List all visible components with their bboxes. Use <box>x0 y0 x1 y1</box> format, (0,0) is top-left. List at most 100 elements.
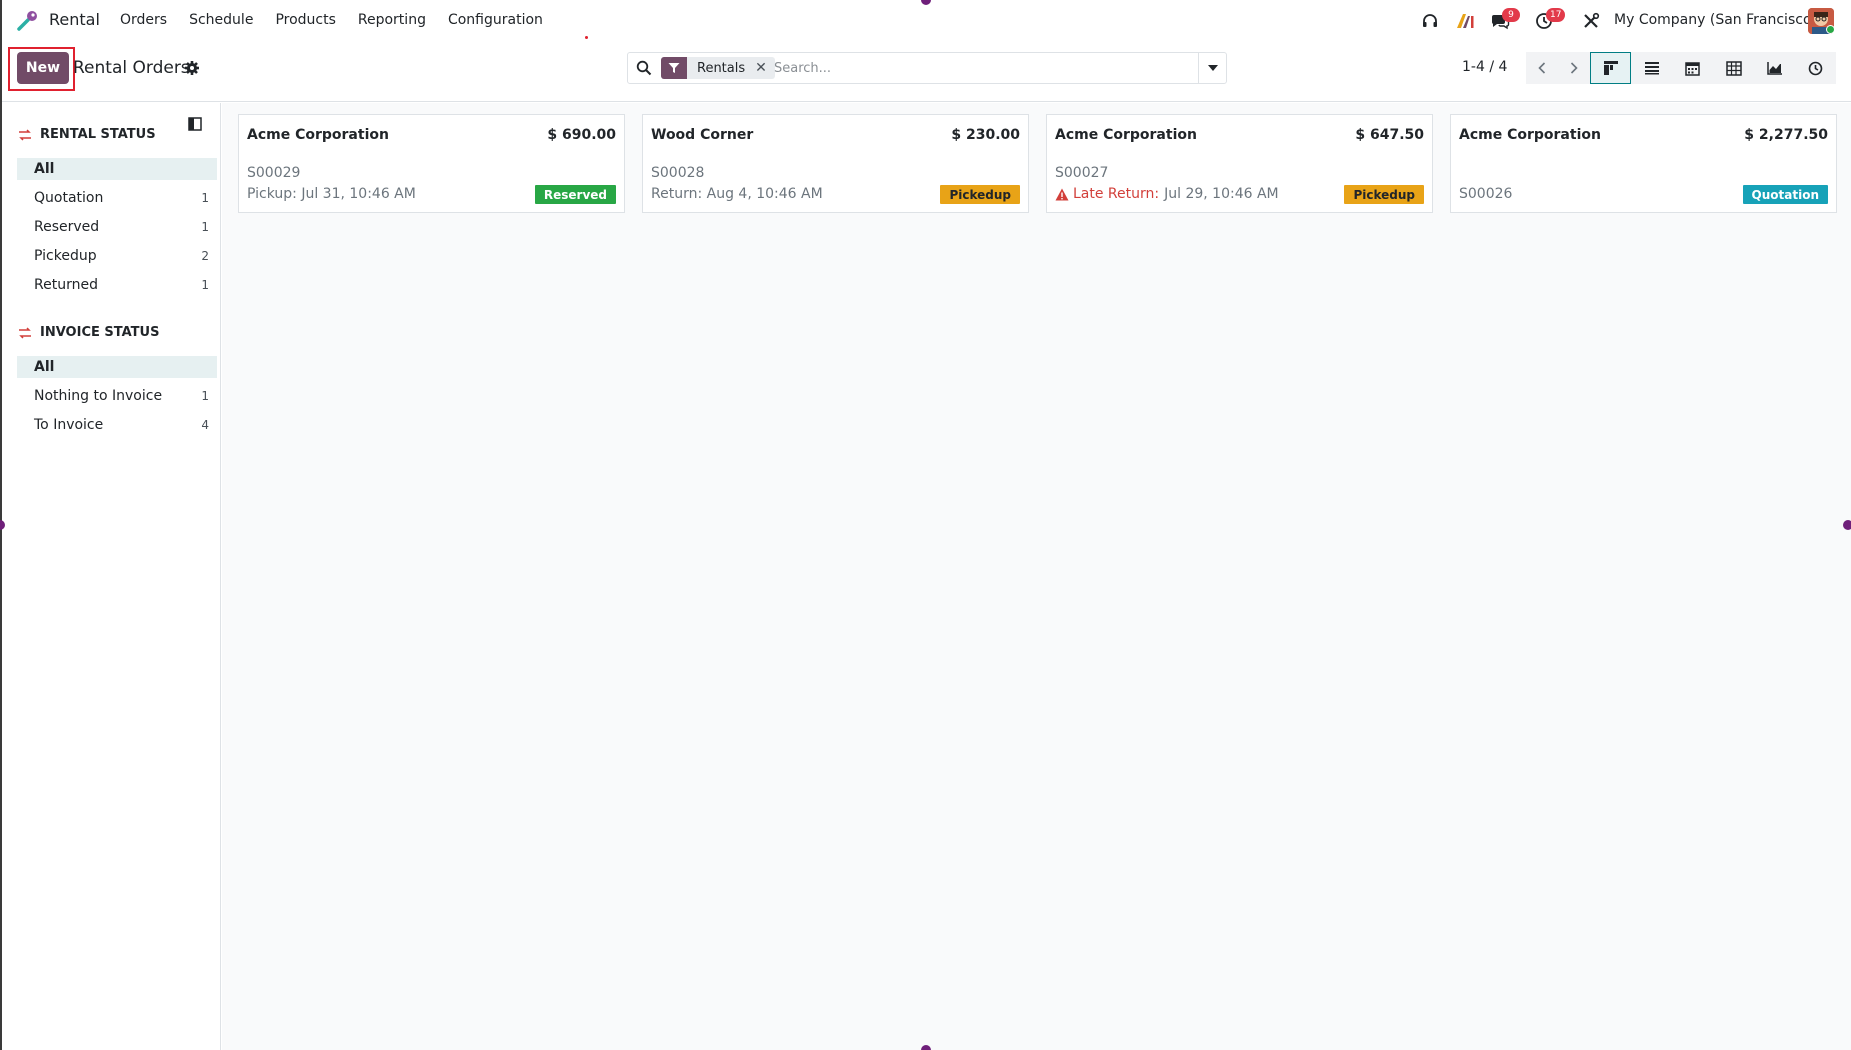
filter-label: Reserved <box>34 219 100 235</box>
rental-status-all[interactable]: All <box>17 158 217 180</box>
list-view-button[interactable] <box>1631 52 1672 84</box>
filter-label: Quotation <box>34 190 104 206</box>
filter-group-icon <box>19 128 31 141</box>
filter-count: 1 <box>201 389 209 403</box>
pager-previous-button[interactable] <box>1526 52 1558 84</box>
card-late-return-date: Late Return: Jul 29, 10:46 AM <box>1055 186 1279 202</box>
facet-label: Rentals <box>697 60 746 76</box>
kanban-view-button[interactable] <box>1590 52 1631 84</box>
search-bar: Rentals ✕ <box>627 52 1227 84</box>
cursor-marker <box>585 36 588 39</box>
filter-count: 4 <box>201 418 209 432</box>
invoice-status-all[interactable]: All <box>17 356 217 378</box>
kanban-card-s00029[interactable]: Acme Corporation $ 690.00 S00029 Pickup:… <box>238 114 625 213</box>
rental-status-quotation[interactable]: Quotation 1 <box>17 187 217 209</box>
menu-reporting[interactable]: Reporting <box>358 12 426 28</box>
headset-icon[interactable] <box>1420 11 1440 31</box>
filter-label: All <box>34 161 55 177</box>
kanban-card-s00027[interactable]: Acme Corporation $ 647.50 S00027 Late Re… <box>1046 114 1433 213</box>
search-icon[interactable] <box>636 60 652 76</box>
debug-tools-icon[interactable] <box>1581 11 1601 31</box>
main-menu: Orders Schedule Products Reporting Confi… <box>120 12 565 28</box>
card-date: Pickup: Jul 31, 10:46 AM <box>247 186 416 202</box>
card-customer: Acme Corporation <box>247 127 389 143</box>
late-return-label-wrap: Late Return: <box>1055 186 1159 202</box>
card-date: Jul 29, 10:46 AM <box>1164 186 1279 202</box>
search-input[interactable] <box>774 57 1174 79</box>
activities-badge: 17 <box>1546 8 1566 22</box>
rental-status-reserved[interactable]: Reserved 1 <box>17 216 217 238</box>
menu-configuration[interactable]: Configuration <box>448 12 543 28</box>
kanban-view: Acme Corporation $ 690.00 S00029 Pickup:… <box>222 103 1851 1050</box>
menu-orders[interactable]: Orders <box>120 12 167 28</box>
filter-label: Returned <box>34 277 98 293</box>
filter-label: Pickedup <box>34 248 97 264</box>
card-reference: S00028 <box>651 165 705 181</box>
kanban-card-s00026[interactable]: Acme Corporation $ 2,277.50 S00026 Quota… <box>1450 114 1837 213</box>
messages-badge: 9 <box>1502 8 1520 22</box>
company-switcher[interactable]: My Company (San Francisco) <box>1614 12 1817 28</box>
card-customer: Acme Corporation <box>1459 127 1601 143</box>
calendar-view-icon <box>1685 61 1700 76</box>
top-navbar: Rental Orders Schedule Products Reportin… <box>0 0 1851 42</box>
card-customer: Wood Corner <box>651 127 754 143</box>
menu-schedule[interactable]: Schedule <box>189 12 253 28</box>
pivot-view-button[interactable] <box>1713 52 1754 84</box>
remove-facet-close-icon[interactable]: ✕ <box>753 60 775 76</box>
card-amount: $ 2,277.50 <box>1744 127 1828 143</box>
status-badge: Quotation <box>1742 185 1828 204</box>
pager-next-button[interactable] <box>1558 52 1590 84</box>
warning-triangle-icon <box>1055 188 1069 200</box>
card-date: Return: Aug 4, 10:46 AM <box>651 186 823 202</box>
activity-clock-icon <box>1808 61 1823 75</box>
invoice-status-title: INVOICE STATUS <box>40 325 160 340</box>
filter-count: 1 <box>201 278 209 292</box>
invoice-status-section-title: INVOICE STATUS <box>18 325 159 340</box>
pager-value[interactable]: 1-4 / 4 <box>1462 59 1507 75</box>
filter-label: Nothing to Invoice <box>34 388 163 404</box>
invoice-status-nothing-to-invoice[interactable]: Nothing to Invoice 1 <box>17 385 217 407</box>
rental-status-section-title: RENTAL STATUS <box>18 127 156 142</box>
collapse-sidebar-icon[interactable] <box>188 117 202 131</box>
filter-count: 2 <box>201 249 209 263</box>
filter-count: 1 <box>201 191 209 205</box>
new-button[interactable]: New <box>17 52 69 84</box>
messages-icon[interactable]: 9 <box>1490 8 1520 31</box>
menu-products[interactable]: Products <box>275 12 335 28</box>
rental-status-title: RENTAL STATUS <box>40 127 156 142</box>
card-customer: Acme Corporation <box>1055 127 1197 143</box>
list-view-icon <box>1644 62 1659 75</box>
ai-icon[interactable] <box>1455 11 1475 31</box>
filter-label: To Invoice <box>34 417 104 433</box>
card-amount: $ 230.00 <box>951 127 1020 143</box>
edge-marker <box>1843 520 1851 530</box>
card-amount: $ 690.00 <box>547 127 616 143</box>
status-badge: Reserved <box>534 185 616 204</box>
pivot-view-icon <box>1725 60 1742 76</box>
card-reference: S00026 <box>1459 186 1513 202</box>
page-title: Rental Orders <box>73 58 190 78</box>
kanban-view-icon <box>1603 61 1618 75</box>
status-badge: Pickedup <box>1344 185 1424 204</box>
rental-key-icon[interactable] <box>16 9 40 33</box>
filter-label: All <box>34 359 55 375</box>
app-name[interactable]: Rental <box>49 10 100 29</box>
online-status-dot <box>1826 25 1835 34</box>
filter-group-icon <box>19 326 31 339</box>
rental-status-pickedup[interactable]: Pickedup 2 <box>17 245 217 267</box>
filter-icon <box>661 57 687 79</box>
kanban-card-s00028[interactable]: Wood Corner $ 230.00 S00028 Return: Aug … <box>642 114 1029 213</box>
graph-view-button[interactable] <box>1754 52 1795 84</box>
late-return-label: Late Return: <box>1073 186 1160 202</box>
graph-view-icon <box>1766 62 1782 75</box>
activities-clock-icon[interactable]: 17 <box>1534 8 1566 31</box>
rental-status-returned[interactable]: Returned 1 <box>17 274 217 296</box>
card-reference: S00029 <box>247 165 301 181</box>
gear-icon[interactable] <box>184 60 200 76</box>
activity-view-button[interactable] <box>1795 52 1836 84</box>
search-options-dropdown-toggle[interactable] <box>1198 53 1226 83</box>
card-amount: $ 647.50 <box>1355 127 1424 143</box>
card-reference: S00027 <box>1055 165 1109 181</box>
invoice-status-to-invoice[interactable]: To Invoice 4 <box>17 414 217 436</box>
calendar-view-button[interactable] <box>1672 52 1713 84</box>
